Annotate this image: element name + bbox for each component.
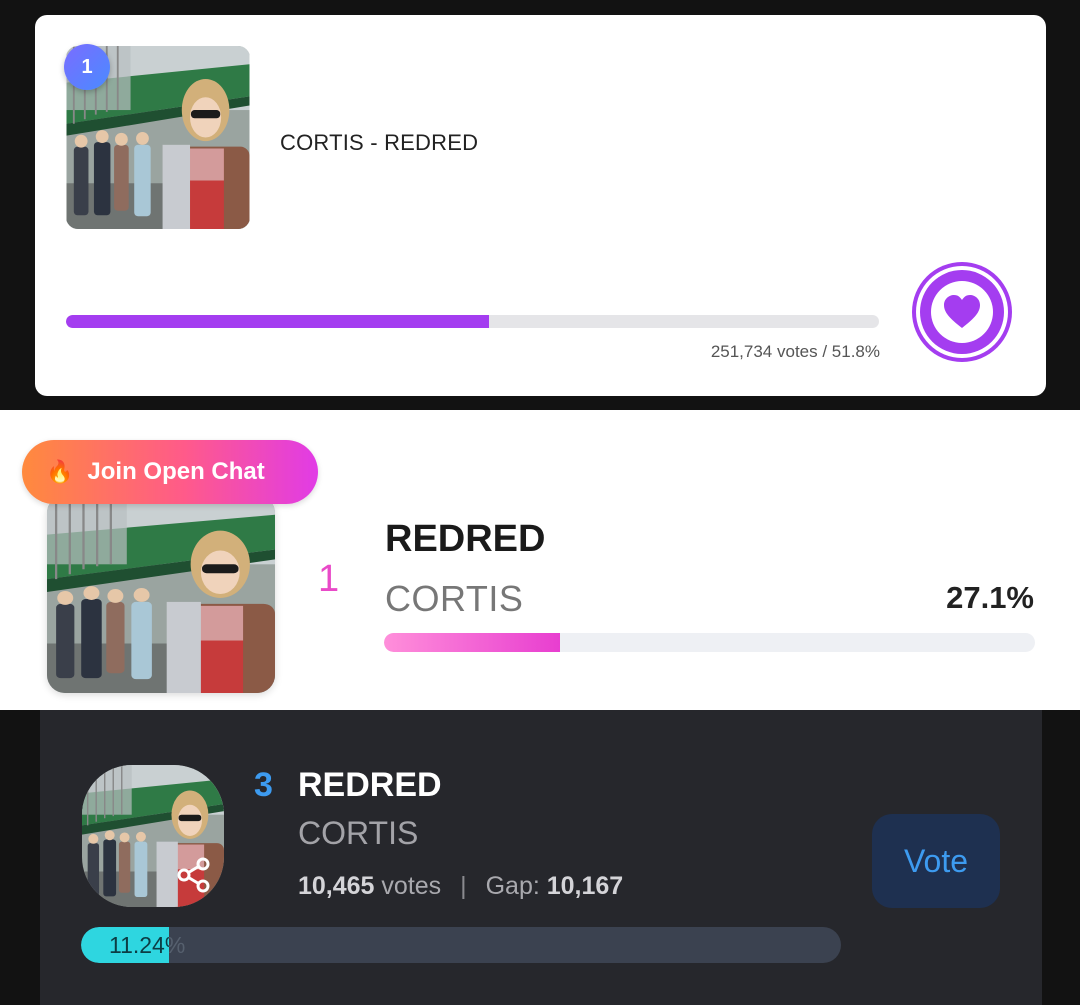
vote-stats: 10,465 votes | Gap: 10,167 xyxy=(298,872,623,901)
vote-progress-fill xyxy=(384,633,561,652)
join-open-chat-button[interactable]: 🔥 Join Open Chat xyxy=(22,440,318,504)
vote-percentage-overlay: 11.24% xyxy=(109,932,169,958)
rank-number: 3 xyxy=(254,766,273,804)
song-title: REDRED xyxy=(298,766,442,804)
vote-button[interactable]: Vote xyxy=(872,814,1000,908)
vote-progress-bar: 11.24% 11.24% xyxy=(81,927,841,963)
votes-label: votes xyxy=(381,872,442,900)
vote-count: 251,734 votes / 51.8% xyxy=(710,342,880,361)
gap-value: 10,167 xyxy=(546,872,624,900)
song-title: CORTIS - REDRED xyxy=(280,130,479,155)
vote-count: 10,465 xyxy=(298,872,375,900)
album-cover xyxy=(47,495,275,693)
heart-vote-button[interactable] xyxy=(909,259,1015,365)
vote-panel-1: 1 CORTIS - REDRED 251,734 votes / 51.8% xyxy=(0,0,1080,410)
song-card: 1 CORTIS - REDRED 251,734 votes / 51.8% xyxy=(35,15,1046,396)
heart-icon xyxy=(912,262,1012,362)
vote-percentage: 27.1% xyxy=(946,580,1034,615)
share-icon[interactable] xyxy=(174,855,214,895)
fire-icon: 🔥 xyxy=(46,459,74,484)
join-open-chat-label: Join Open Chat xyxy=(87,458,265,485)
song-card: 3 REDRED CORTIS 10,465 votes | Gap: 10,1… xyxy=(40,710,1042,1005)
vote-progress-bar xyxy=(384,633,1035,652)
artist-name: CORTIS xyxy=(298,815,419,851)
progress-label-fg: 11.24% xyxy=(81,927,169,963)
gap-label: Gap: xyxy=(485,872,540,900)
vote-progress-bar xyxy=(66,315,879,328)
rank-number: 1 xyxy=(318,558,340,600)
vote-panel-2: 🔥 Join Open Chat 1 REDRED CORTIS 27.1% xyxy=(0,410,1080,710)
vote-panel-3: 3 REDRED CORTIS 10,465 votes | Gap: 10,1… xyxy=(0,710,1080,1005)
divider: | xyxy=(460,872,467,900)
rank-badge: 1 xyxy=(64,44,110,90)
song-title: REDRED xyxy=(385,518,546,560)
vote-progress-fill xyxy=(66,315,489,328)
artist-name: CORTIS xyxy=(385,578,524,619)
